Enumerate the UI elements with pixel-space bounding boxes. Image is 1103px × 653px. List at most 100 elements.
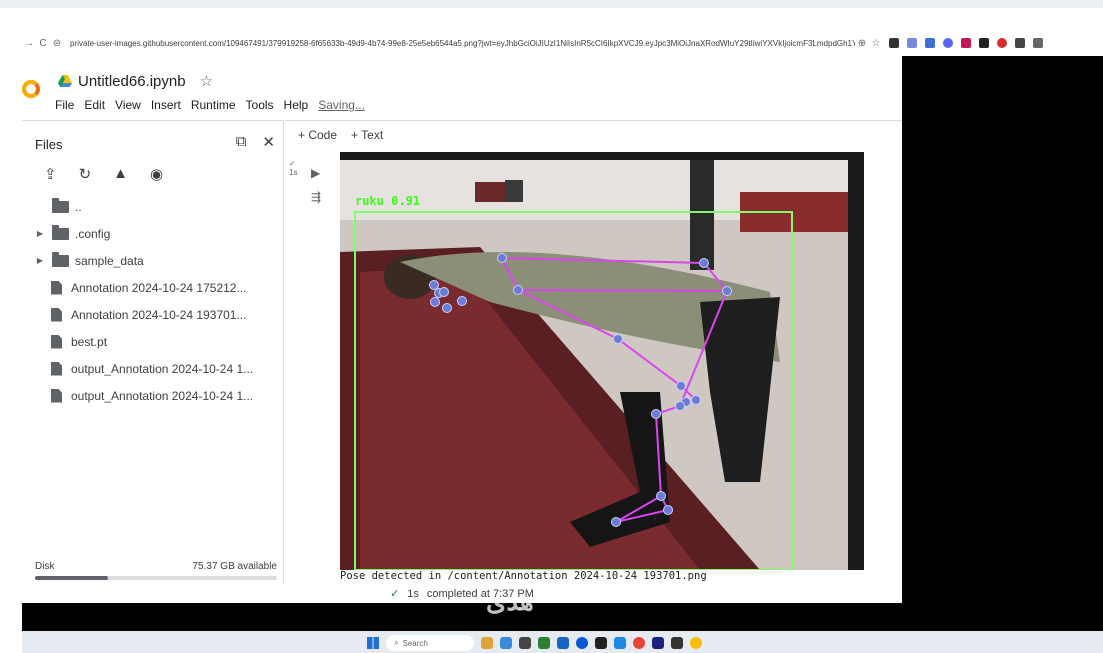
taskbar-app-icon[interactable] <box>538 637 550 649</box>
file-tree-label: .. <box>75 199 82 214</box>
person-background <box>505 180 523 202</box>
folder-icon <box>52 224 69 240</box>
files-panel-title: Files <box>35 137 63 152</box>
file-tree-label: .config <box>75 226 111 241</box>
file-tree-file[interactable]: best.pt <box>22 328 284 355</box>
site-info-icon[interactable]: ⊜ <box>50 38 64 49</box>
black-margin-bottom <box>22 603 902 631</box>
taskbar-app-icon[interactable] <box>652 637 664 649</box>
cell-gutter: ✓ 1s ▶ ⇶ <box>285 151 339 604</box>
file-tree-folder-sample-data[interactable]: ▶ sample_data <box>22 247 284 274</box>
keypoint <box>457 296 467 306</box>
file-icon <box>51 307 62 322</box>
chevron-right-icon[interactable]: ▶ <box>32 256 48 265</box>
menu-insert[interactable]: Insert <box>151 98 181 112</box>
refresh-icon[interactable]: ↻ <box>79 165 92 183</box>
folder-open-icon <box>52 197 69 213</box>
add-text-button[interactable]: + Text <box>351 128 383 142</box>
chrome-icon[interactable] <box>690 637 702 649</box>
cell-run-status: ✓ 1s <box>289 159 297 177</box>
menu-file[interactable]: File <box>55 98 74 112</box>
extension-icon[interactable] <box>979 38 989 48</box>
file-icon <box>51 388 62 403</box>
disk-label: Disk <box>35 561 55 572</box>
menu-help[interactable]: Help <box>284 98 309 112</box>
taskbar-app-icon[interactable] <box>595 637 607 649</box>
person-background <box>690 160 714 270</box>
notebook-title[interactable]: Untitled66.ipynb <box>78 73 186 90</box>
puzzle-icon[interactable] <box>1033 38 1043 48</box>
taskbar-app-icon[interactable] <box>671 637 683 649</box>
file-tree-label: Annotation 2024-10-24 175212... <box>71 280 247 295</box>
file-icon <box>51 361 62 376</box>
open-in-tab-icon[interactable]: ⧉ <box>236 133 247 151</box>
disk-usage: Disk 75.37 GB available <box>35 561 277 580</box>
zoom-icon[interactable]: ⊕ <box>855 38 869 49</box>
taskbar-app-icon[interactable] <box>576 637 588 649</box>
file-tree-file[interactable]: Annotation 2024-10-24 175212... <box>22 274 284 301</box>
file-icon <box>51 334 62 349</box>
keypoint <box>611 517 621 527</box>
file-tree-folder-config[interactable]: ▶ .config <box>22 220 284 247</box>
windows-taskbar: ⌕ Search <box>22 631 1103 653</box>
taskbar-app-icon[interactable] <box>500 637 512 649</box>
keypoint <box>442 303 452 313</box>
saving-status[interactable]: Saving... <box>318 98 365 112</box>
extension-icon[interactable] <box>907 38 917 48</box>
extension-icon[interactable] <box>943 38 953 48</box>
disk-usage-bar <box>35 576 277 580</box>
extension-icon[interactable] <box>997 38 1007 48</box>
close-icon[interactable]: ✕ <box>262 133 275 151</box>
file-tree-file[interactable]: output_Annotation 2024-10-24 1... <box>22 355 284 382</box>
menu-tools[interactable]: Tools <box>246 98 274 112</box>
bookmark-star-icon[interactable]: ☆ <box>869 38 883 49</box>
file-tree: .. ▶ .config ▶ sample_data Annotation 20… <box>22 193 284 409</box>
extension-icon[interactable] <box>961 38 971 48</box>
reload-icon[interactable]: C <box>36 38 50 49</box>
file-tree-label: output_Annotation 2024-10-24 1... <box>71 388 254 403</box>
windows-start-icon[interactable] <box>367 637 379 649</box>
keypoint <box>439 287 449 297</box>
taskbar-app-icon[interactable] <box>557 637 569 649</box>
keypoint <box>613 334 623 344</box>
menu-edit[interactable]: Edit <box>84 98 105 112</box>
taskbar-app-icon[interactable] <box>519 637 531 649</box>
output-menu-icon[interactable]: ⇶ <box>311 185 321 209</box>
star-icon[interactable]: ☆ <box>200 72 213 90</box>
run-cell-icon[interactable]: ▶ <box>311 161 321 185</box>
menu-runtime[interactable]: Runtime <box>191 98 236 112</box>
file-tree-parent[interactable]: .. <box>22 193 284 220</box>
upload-file-icon[interactable]: ⇪ <box>44 165 57 183</box>
file-tree-file[interactable]: output_Annotation 2024-10-24 1... <box>22 382 284 409</box>
forward-icon[interactable]: → <box>22 38 36 49</box>
taskbar-app-icon[interactable] <box>481 637 493 649</box>
extension-icon[interactable] <box>889 38 899 48</box>
chrome-icon[interactable] <box>633 637 645 649</box>
keypoint <box>651 409 661 419</box>
taskbar-search[interactable]: ⌕ Search <box>386 635 474 651</box>
add-code-button[interactable]: + Code <box>298 128 337 142</box>
keypoint <box>656 491 666 501</box>
file-tree-label: best.pt <box>71 334 108 349</box>
browser-address-bar[interactable]: → C ⊜ private-user-images.githubusercont… <box>22 30 1103 56</box>
mount-drive-icon[interactable]: ▲ <box>113 165 128 183</box>
keypoint <box>430 297 440 307</box>
extension-icons <box>889 38 1043 48</box>
vscode-icon[interactable] <box>614 637 626 649</box>
watermark-logo: هدى <box>486 586 534 616</box>
extension-icon[interactable] <box>925 38 935 48</box>
keypoint <box>429 280 439 290</box>
google-drive-icon <box>58 75 72 87</box>
extension-icon[interactable] <box>1015 38 1025 48</box>
colab-logo-icon[interactable] <box>22 80 40 98</box>
check-icon: ✓ <box>289 159 296 168</box>
hidden-files-eye-icon[interactable]: ◉ <box>150 165 163 183</box>
file-tree-file[interactable]: Annotation 2024-10-24 193701... <box>22 301 284 328</box>
chevron-right-icon[interactable]: ▶ <box>32 229 48 238</box>
keypoint <box>699 258 709 268</box>
url-text[interactable]: private-user-images.githubusercontent.co… <box>70 39 855 48</box>
file-icon <box>51 280 62 295</box>
menu-view[interactable]: View <box>115 98 141 112</box>
keypoint <box>497 253 507 263</box>
files-panel-controls: ⧉ ✕ <box>236 133 275 151</box>
